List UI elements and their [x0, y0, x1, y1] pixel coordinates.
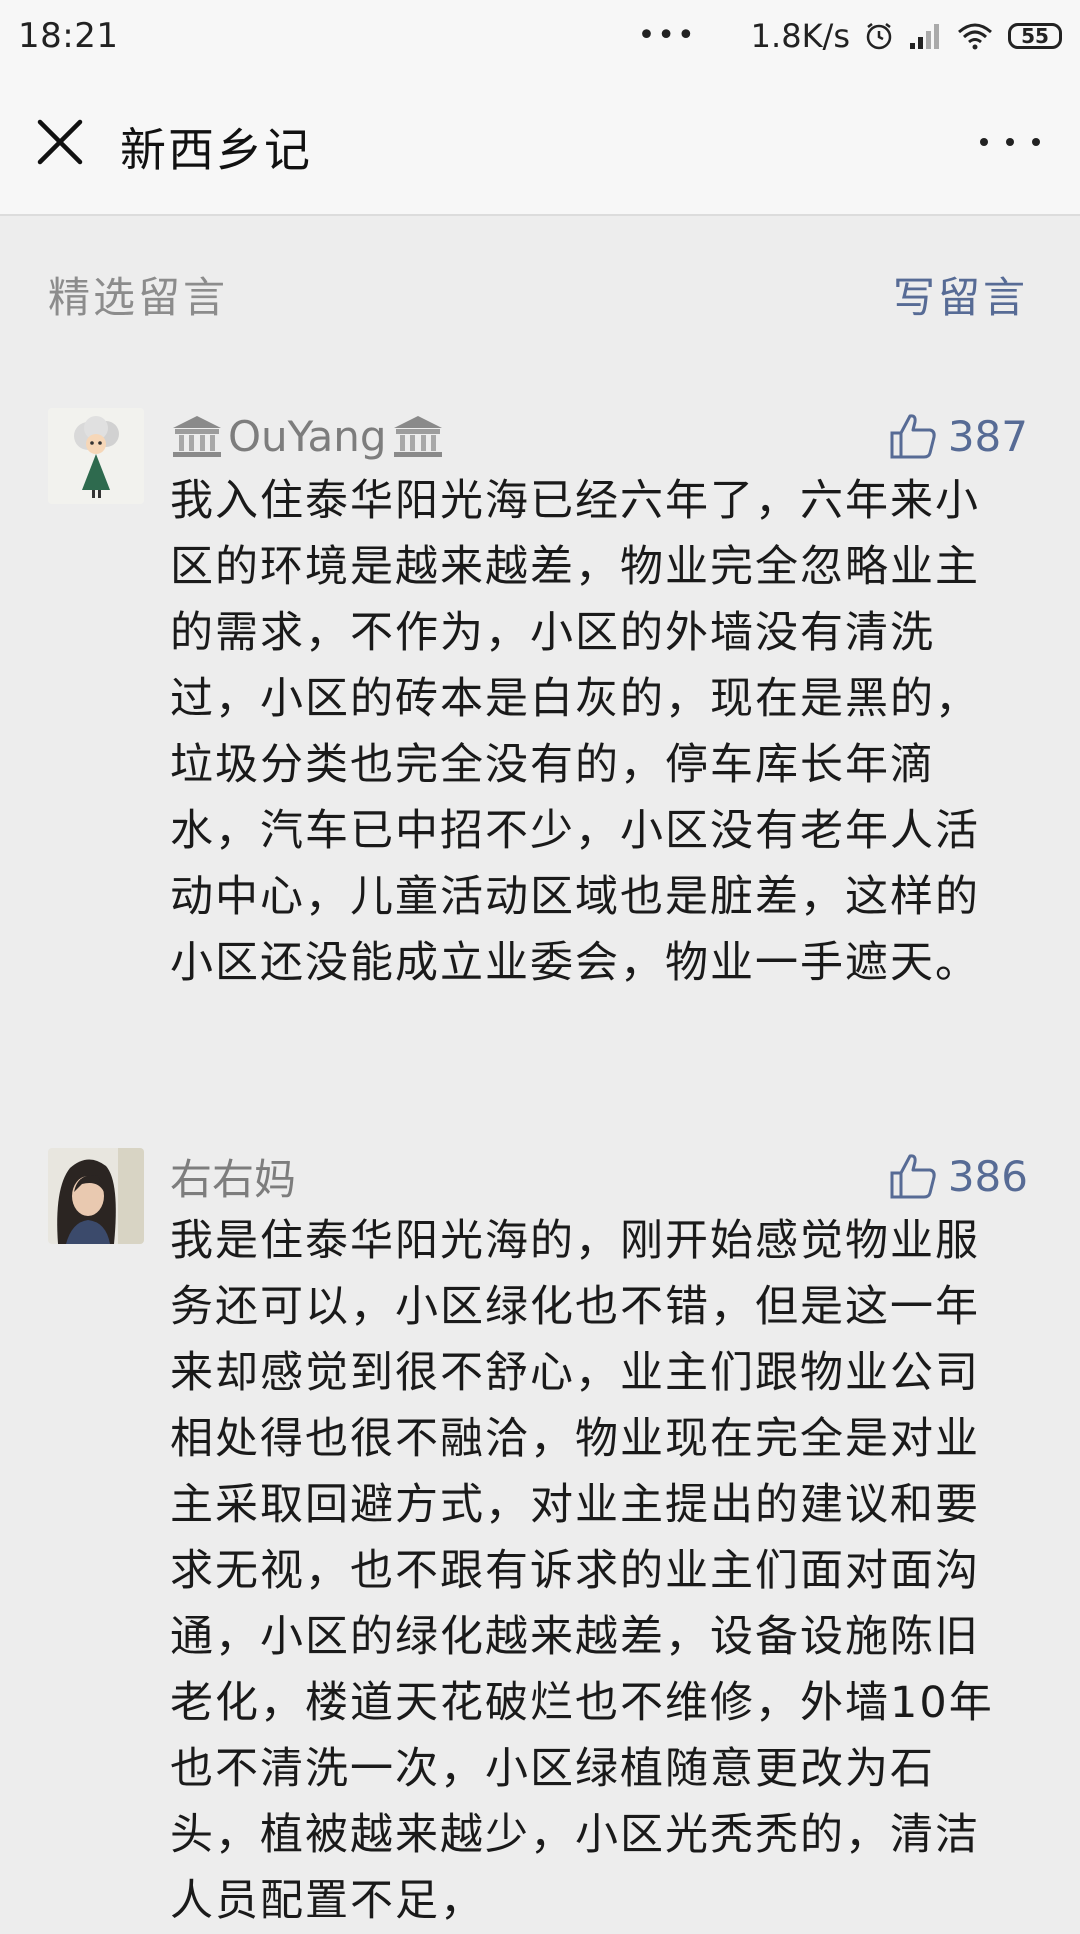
- bank-icon: [393, 416, 442, 457]
- bank-icon: [173, 416, 221, 457]
- status-time: 18:21: [18, 16, 119, 56]
- nav-bar: 新西乡记: [0, 72, 1080, 216]
- comment-author-name: OuYang: [228, 411, 387, 461]
- comments-header: 精选留言 写留言: [0, 216, 1080, 366]
- like-count: 387: [947, 411, 1028, 461]
- page-title: 新西乡记: [120, 123, 312, 177]
- comment-author: OuYang: [170, 408, 445, 464]
- write-comment-link[interactable]: 写留言: [893, 264, 1028, 325]
- avatar-photo: [48, 1148, 144, 1244]
- status-icons: ••• 1.8K/s 55: [638, 14, 1062, 58]
- battery-icon: 55: [1008, 23, 1062, 49]
- avatar[interactable]: [48, 1148, 144, 1244]
- avatar-illustration: [48, 408, 144, 504]
- notification-dots-icon: •••: [637, 18, 697, 53]
- like-count: 386: [947, 1151, 1028, 1201]
- close-icon[interactable]: [34, 116, 86, 168]
- like-button[interactable]: 386: [888, 1148, 1028, 1204]
- alarm-icon: [866, 23, 892, 50]
- comment-text: 我是住泰华阳光海的，刚开始感觉物业服务还可以，小区绿化也不错，但是这一年来却感觉…: [170, 1216, 994, 1926]
- status-bar: 18:21 ••• 1.8K/s 55: [0, 0, 1080, 72]
- thumbs-up-icon: [890, 414, 936, 459]
- more-icon[interactable]: [980, 122, 1040, 162]
- comment-text: 我入住泰华阳光海已经六年了，六年来小区的环境是越来越差，物业完全忽略业主的需求，…: [170, 476, 980, 988]
- wifi-icon: [958, 23, 992, 50]
- thumbs-up-icon: [890, 1154, 936, 1199]
- network-speed: 1.8K/s: [750, 17, 850, 55]
- comment-author-name: 右右妈: [170, 1154, 297, 1204]
- signal-icon: [910, 24, 939, 49]
- section-title: 精选留言: [48, 273, 229, 322]
- like-button[interactable]: 387: [888, 408, 1028, 464]
- comment-author: 右右妈: [170, 1148, 296, 1204]
- avatar[interactable]: [48, 408, 144, 504]
